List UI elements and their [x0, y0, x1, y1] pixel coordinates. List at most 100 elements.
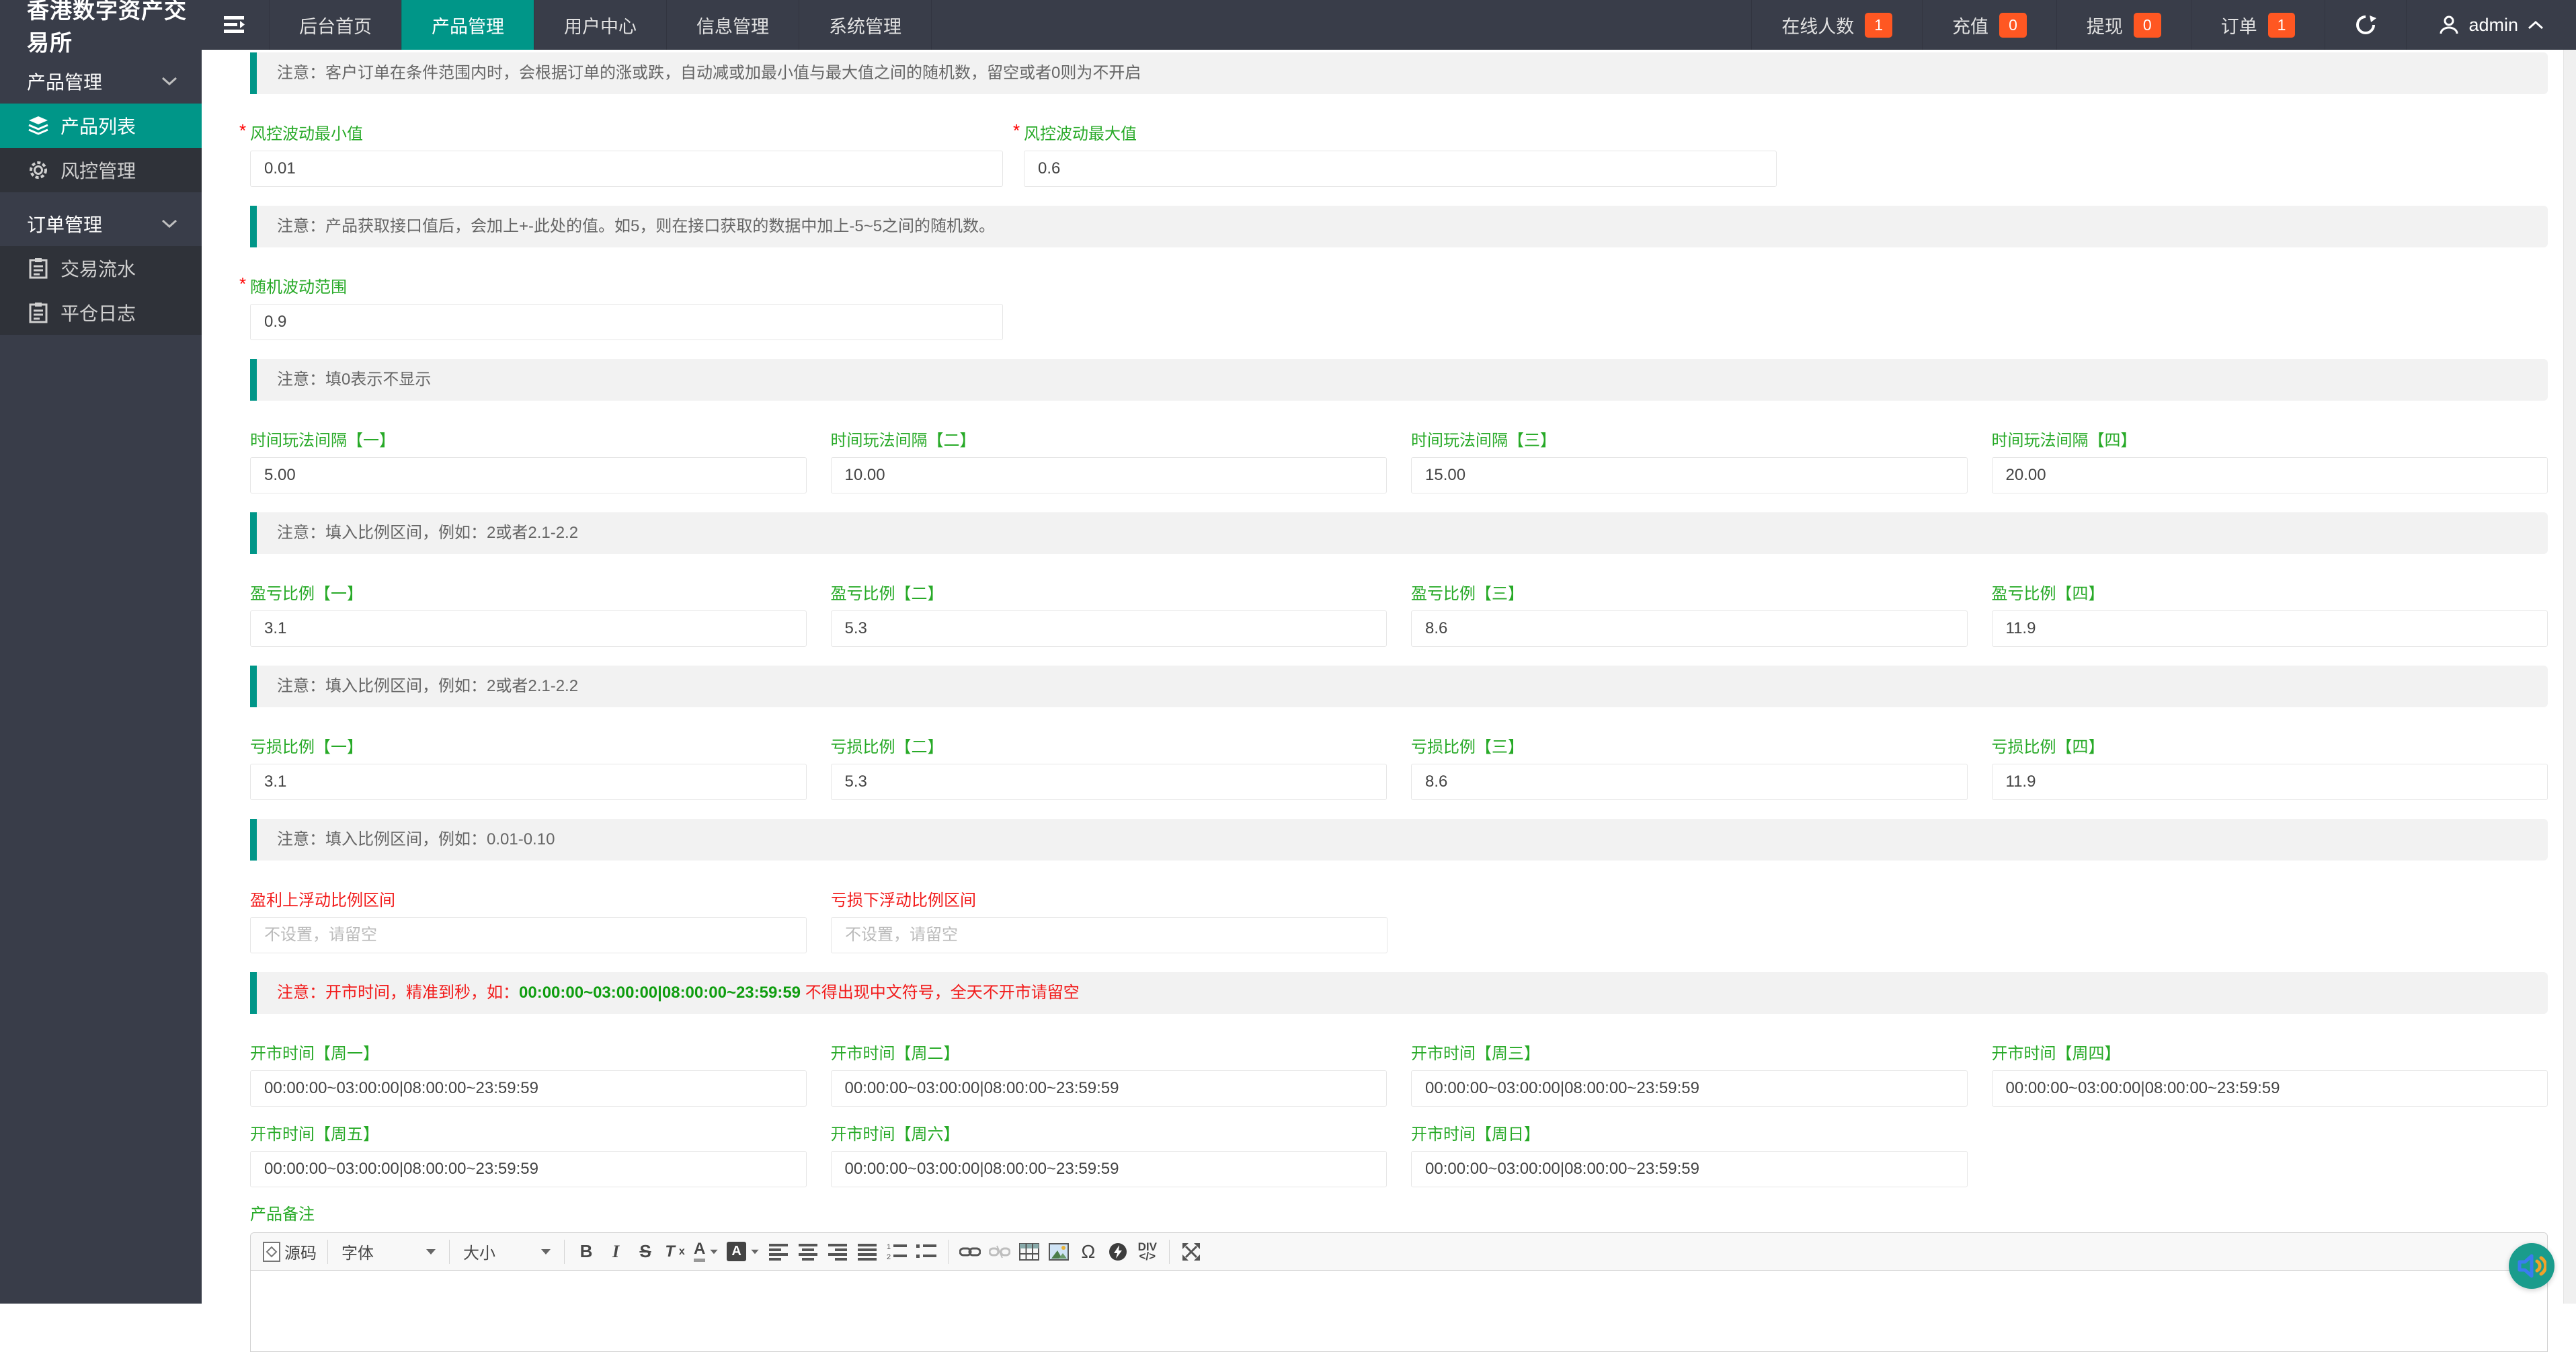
time-interval-3-input[interactable] [1411, 457, 1968, 493]
sidebar-group-product[interactable]: 产品管理 [0, 59, 202, 104]
hamburger-icon [224, 15, 247, 34]
strikethrough-button[interactable]: S [631, 1238, 660, 1265]
float-up-input[interactable] [250, 917, 807, 953]
font-family-select[interactable]: 字体 [335, 1238, 442, 1265]
sidebar: 产品管理 产品列表 风控管理 订单管理 [0, 50, 202, 1304]
source-button[interactable]: 源码 [259, 1238, 321, 1265]
align-right-button[interactable] [823, 1238, 852, 1265]
market-sun-input[interactable] [1411, 1151, 1968, 1187]
main-nav: 后台首页 产品管理 用户中心 信息管理 系统管理 [202, 0, 932, 50]
field-label-float-down: 亏损下浮动比例区间 [831, 891, 1387, 910]
sidebar-item-trade-flow[interactable]: 交易流水 [0, 246, 202, 290]
time-interval-1-input[interactable] [250, 457, 807, 493]
stat-withdrawals[interactable]: 提现 0 [2056, 0, 2191, 50]
log-icon [27, 302, 50, 323]
flash-icon [1109, 1242, 1127, 1261]
float-down-input[interactable] [831, 917, 1387, 953]
maximize-button[interactable] [1176, 1238, 1206, 1265]
profit-ratio-3-input[interactable] [1411, 610, 1968, 647]
speaker-icon [2517, 1252, 2546, 1279]
tab-system-management[interactable]: 系统管理 [799, 0, 932, 50]
time-interval-4-input[interactable] [1992, 457, 2548, 493]
field-label-profit-ratio-3: 盈亏比例【三】 [1411, 585, 1968, 604]
page-scrollbar[interactable] [2563, 50, 2576, 1304]
loss-ratio-1-input[interactable] [250, 764, 807, 800]
sidebar-item-risk-management[interactable]: 风控管理 [0, 148, 202, 192]
editor-toolbar: 源码 字体 大小 B I S Tx A A [251, 1233, 2547, 1271]
italic-button[interactable]: I [601, 1238, 631, 1265]
image-button[interactable] [1044, 1238, 1074, 1265]
username: admin [2468, 15, 2518, 36]
bg-color-icon: A [727, 1242, 746, 1261]
profit-ratio-4-input[interactable] [1992, 610, 2548, 647]
deposits-badge: 0 [1999, 13, 2027, 38]
sidebar-item-close-log[interactable]: 平仓日志 [0, 290, 202, 335]
market-thu-input[interactable] [1992, 1070, 2548, 1107]
field-label-profit-ratio-4: 盈亏比例【四】 [1992, 585, 2548, 604]
note-risk-range: 注意：客户订单在条件范围内时，会根据订单的涨或跌，自动减或加最小值与最大值之间的… [250, 52, 2548, 94]
unlink-button[interactable] [985, 1238, 1014, 1265]
remove-format-button[interactable]: Tx [660, 1238, 690, 1265]
field-label-loss-ratio-4: 亏损比例【四】 [1992, 738, 2548, 757]
bg-color-button[interactable]: A [723, 1238, 763, 1265]
font-size-select[interactable]: 大小 [456, 1238, 557, 1265]
loss-ratio-4-input[interactable] [1992, 764, 2548, 800]
div-container-button[interactable]: DIV</> [1133, 1238, 1162, 1265]
text-color-button[interactable]: A [690, 1238, 723, 1265]
sound-toggle-button[interactable] [2509, 1243, 2554, 1289]
refresh-button[interactable] [2325, 0, 2406, 50]
link-button[interactable] [955, 1238, 985, 1265]
main-content: 注意：客户订单在条件范围内时，会根据订单的涨或跌，自动减或加最小值与最大值之间的… [202, 50, 2563, 1304]
note-random-range: 注意：产品获取接口值后，会加上+-此处的值。如5，则在接口获取的数据中加上-5~… [250, 206, 2548, 247]
special-char-button[interactable]: Ω [1074, 1238, 1103, 1265]
ordered-list-icon: 1 2 [887, 1243, 907, 1261]
time-interval-2-input[interactable] [831, 457, 1387, 493]
align-left-icon [769, 1243, 788, 1261]
tab-user-center[interactable]: 用户中心 [534, 0, 666, 50]
field-label-loss-ratio-1: 亏损比例【一】 [250, 738, 807, 757]
market-mon-input[interactable] [250, 1070, 807, 1107]
align-center-button[interactable] [793, 1238, 823, 1265]
field-label-loss-ratio-2: 亏损比例【二】 [831, 738, 1387, 757]
note-market-time: 注意：开市时间，精准到秒，如：00:00:00~03:00:00|08:00:0… [250, 972, 2548, 1014]
stat-orders[interactable]: 订单 1 [2191, 0, 2325, 50]
risk-max-input[interactable] [1024, 151, 1777, 187]
field-label-market-sun: 开市时间【周日】 [1411, 1125, 1968, 1144]
profit-ratio-1-input[interactable] [250, 610, 807, 647]
bold-button[interactable]: B [571, 1238, 601, 1265]
table-button[interactable] [1014, 1238, 1044, 1265]
note-ratio-example-1: 注意：填入比例区间，例如：2或者2.1-2.2 [250, 512, 2548, 554]
field-label-market-mon: 开市时间【周一】 [250, 1045, 807, 1064]
table-icon [1019, 1243, 1039, 1261]
field-label-random-range: 随机波动范围 [250, 278, 1003, 297]
market-sat-input[interactable] [831, 1151, 1387, 1187]
tab-dashboard[interactable]: 后台首页 [269, 0, 401, 50]
ordered-list-button[interactable]: 1 2 [882, 1238, 912, 1265]
loss-ratio-3-input[interactable] [1411, 764, 1968, 800]
unordered-list-icon [916, 1243, 936, 1261]
align-justify-button[interactable] [852, 1238, 882, 1265]
tab-product-management[interactable]: 产品管理 [401, 0, 534, 50]
market-fri-input[interactable] [250, 1151, 807, 1187]
sidebar-toggle-button[interactable] [202, 0, 269, 50]
random-range-input[interactable] [250, 304, 1003, 340]
editor-content-area[interactable] [251, 1271, 2547, 1351]
market-tue-input[interactable] [831, 1070, 1387, 1107]
note-ratio-example-3: 注意：填入比例区间，例如：0.01-0.10 [250, 819, 2548, 861]
user-menu[interactable]: admin [2406, 0, 2576, 50]
tab-info-management[interactable]: 信息管理 [666, 0, 799, 50]
field-label-market-sat: 开市时间【周六】 [831, 1125, 1387, 1144]
risk-min-input[interactable] [250, 151, 1003, 187]
unordered-list-button[interactable] [912, 1238, 941, 1265]
sidebar-item-product-list[interactable]: 产品列表 [0, 104, 202, 148]
market-time-example: 00:00:00~03:00:00|08:00:00~23:59:59 [519, 984, 801, 1002]
profit-ratio-2-input[interactable] [831, 610, 1387, 647]
caret-down-icon [751, 1249, 758, 1253]
flash-button[interactable] [1103, 1238, 1133, 1265]
align-left-button[interactable] [764, 1238, 793, 1265]
sidebar-group-orders[interactable]: 订单管理 [0, 202, 202, 246]
stat-deposits[interactable]: 充值 0 [1922, 0, 2056, 50]
market-wed-input[interactable] [1411, 1070, 1968, 1107]
stat-online-users[interactable]: 在线人数 1 [1751, 0, 1922, 50]
loss-ratio-2-input[interactable] [831, 764, 1387, 800]
